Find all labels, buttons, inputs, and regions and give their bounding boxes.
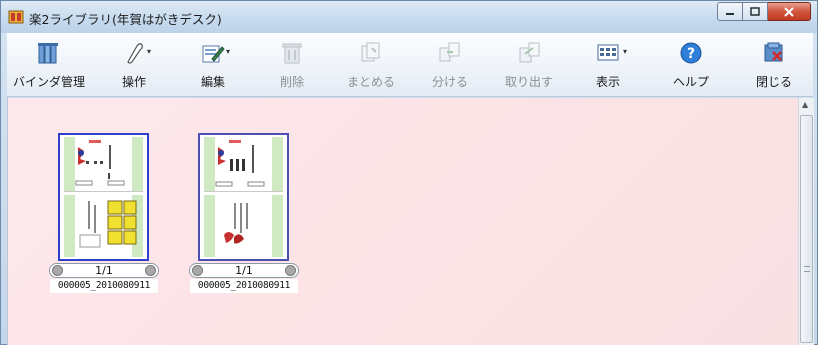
chevron-down-icon: ▾ [226, 47, 231, 56]
view-button[interactable]: ▾ 表示 [577, 37, 639, 95]
edit-label: 編集 [200, 75, 225, 89]
binder-manage-button[interactable]: バインダ管理 [7, 37, 91, 95]
help-label: ヘルプ [672, 75, 709, 89]
extract-label: 取り出す [504, 75, 553, 89]
scroll-thumb[interactable] [800, 115, 813, 343]
close-binder-label: 閉じる [755, 75, 792, 89]
trash-icon [282, 43, 302, 64]
edit-icon [202, 45, 225, 63]
merge-icon [361, 42, 380, 62]
binder-name: 000005_2010080911 [190, 279, 298, 293]
page-indicator: 1/1 [95, 264, 113, 277]
title-bar[interactable]: 楽2ライブラリ(年賀はがきデスク) [1, 1, 817, 33]
operate-label: 操作 [121, 75, 146, 89]
view-icon [597, 44, 619, 61]
postcard-back-preview [64, 195, 143, 257]
scroll-up-icon[interactable]: ▲ [802, 100, 808, 109]
next-page-icon[interactable] [285, 265, 296, 276]
binder-icon [38, 43, 58, 64]
next-page-icon[interactable] [145, 265, 156, 276]
postcard-back-preview [204, 195, 283, 257]
delete-label: 削除 [279, 75, 304, 89]
minimize-button[interactable] [717, 2, 743, 21]
binder-item[interactable]: 1/1 000005_2010080911 [189, 133, 299, 293]
maximize-button[interactable] [743, 2, 768, 21]
split-icon [439, 42, 460, 62]
maximize-icon [750, 6, 760, 16]
operate-button[interactable]: ▾ 操作 [103, 37, 165, 95]
merge-label: まとめる [346, 75, 395, 89]
app-icon [8, 9, 24, 25]
close-icon [784, 6, 794, 17]
view-label: 表示 [595, 75, 620, 89]
split-button[interactable]: 分ける [419, 37, 481, 95]
help-icon: ? [680, 42, 702, 64]
binder-manage-label: バインダ管理 [12, 75, 85, 89]
close-binder-button[interactable]: 閉じる [743, 37, 805, 95]
toolbar: バインダ管理 ▾ 操作 ▾ 編集 削除 まとめる 分ける 取り出す ▾ 表示 ?… [7, 33, 813, 97]
binder-item[interactable]: 1/1 000005_2010080911 [49, 133, 159, 293]
extract-button[interactable]: 取り出す [498, 37, 560, 95]
postcard-front-preview [64, 137, 143, 192]
vertical-scrollbar[interactable]: ▲ [798, 98, 814, 345]
edit-button[interactable]: ▾ 編集 [182, 37, 244, 95]
window-title: 楽2ライブラリ(年賀はがきデスク) [29, 12, 222, 27]
svg-text:?: ? [687, 46, 695, 62]
binder-thumbnail[interactable] [198, 133, 289, 261]
minimize-icon [726, 12, 734, 15]
page-indicator: 1/1 [235, 264, 253, 277]
binder-name: 000005_2010080911 [50, 279, 158, 293]
close-window-button[interactable] [768, 2, 811, 21]
chevron-down-icon: ▾ [147, 47, 152, 56]
app-window: 楽2ライブラリ(年賀はがきデスク) バインダ管理 ▾ 操作 ▾ 編集 削除 まと… [0, 0, 818, 345]
binder-thumbnail[interactable] [58, 133, 149, 261]
close-binder-icon [764, 42, 783, 62]
merge-button[interactable]: まとめる [340, 37, 402, 95]
extract-icon [519, 42, 540, 63]
postcard-front-preview [204, 137, 283, 192]
split-label: 分ける [431, 75, 468, 89]
help-button[interactable]: ? ヘルプ [660, 37, 722, 95]
page-navigator: 1/1 [49, 263, 159, 278]
chevron-down-icon: ▾ [623, 47, 628, 56]
caption-buttons [717, 2, 811, 21]
operate-icon [127, 43, 143, 64]
grip-icon [804, 266, 810, 272]
delete-button[interactable]: 削除 [261, 37, 323, 95]
page-navigator: 1/1 [189, 263, 299, 278]
